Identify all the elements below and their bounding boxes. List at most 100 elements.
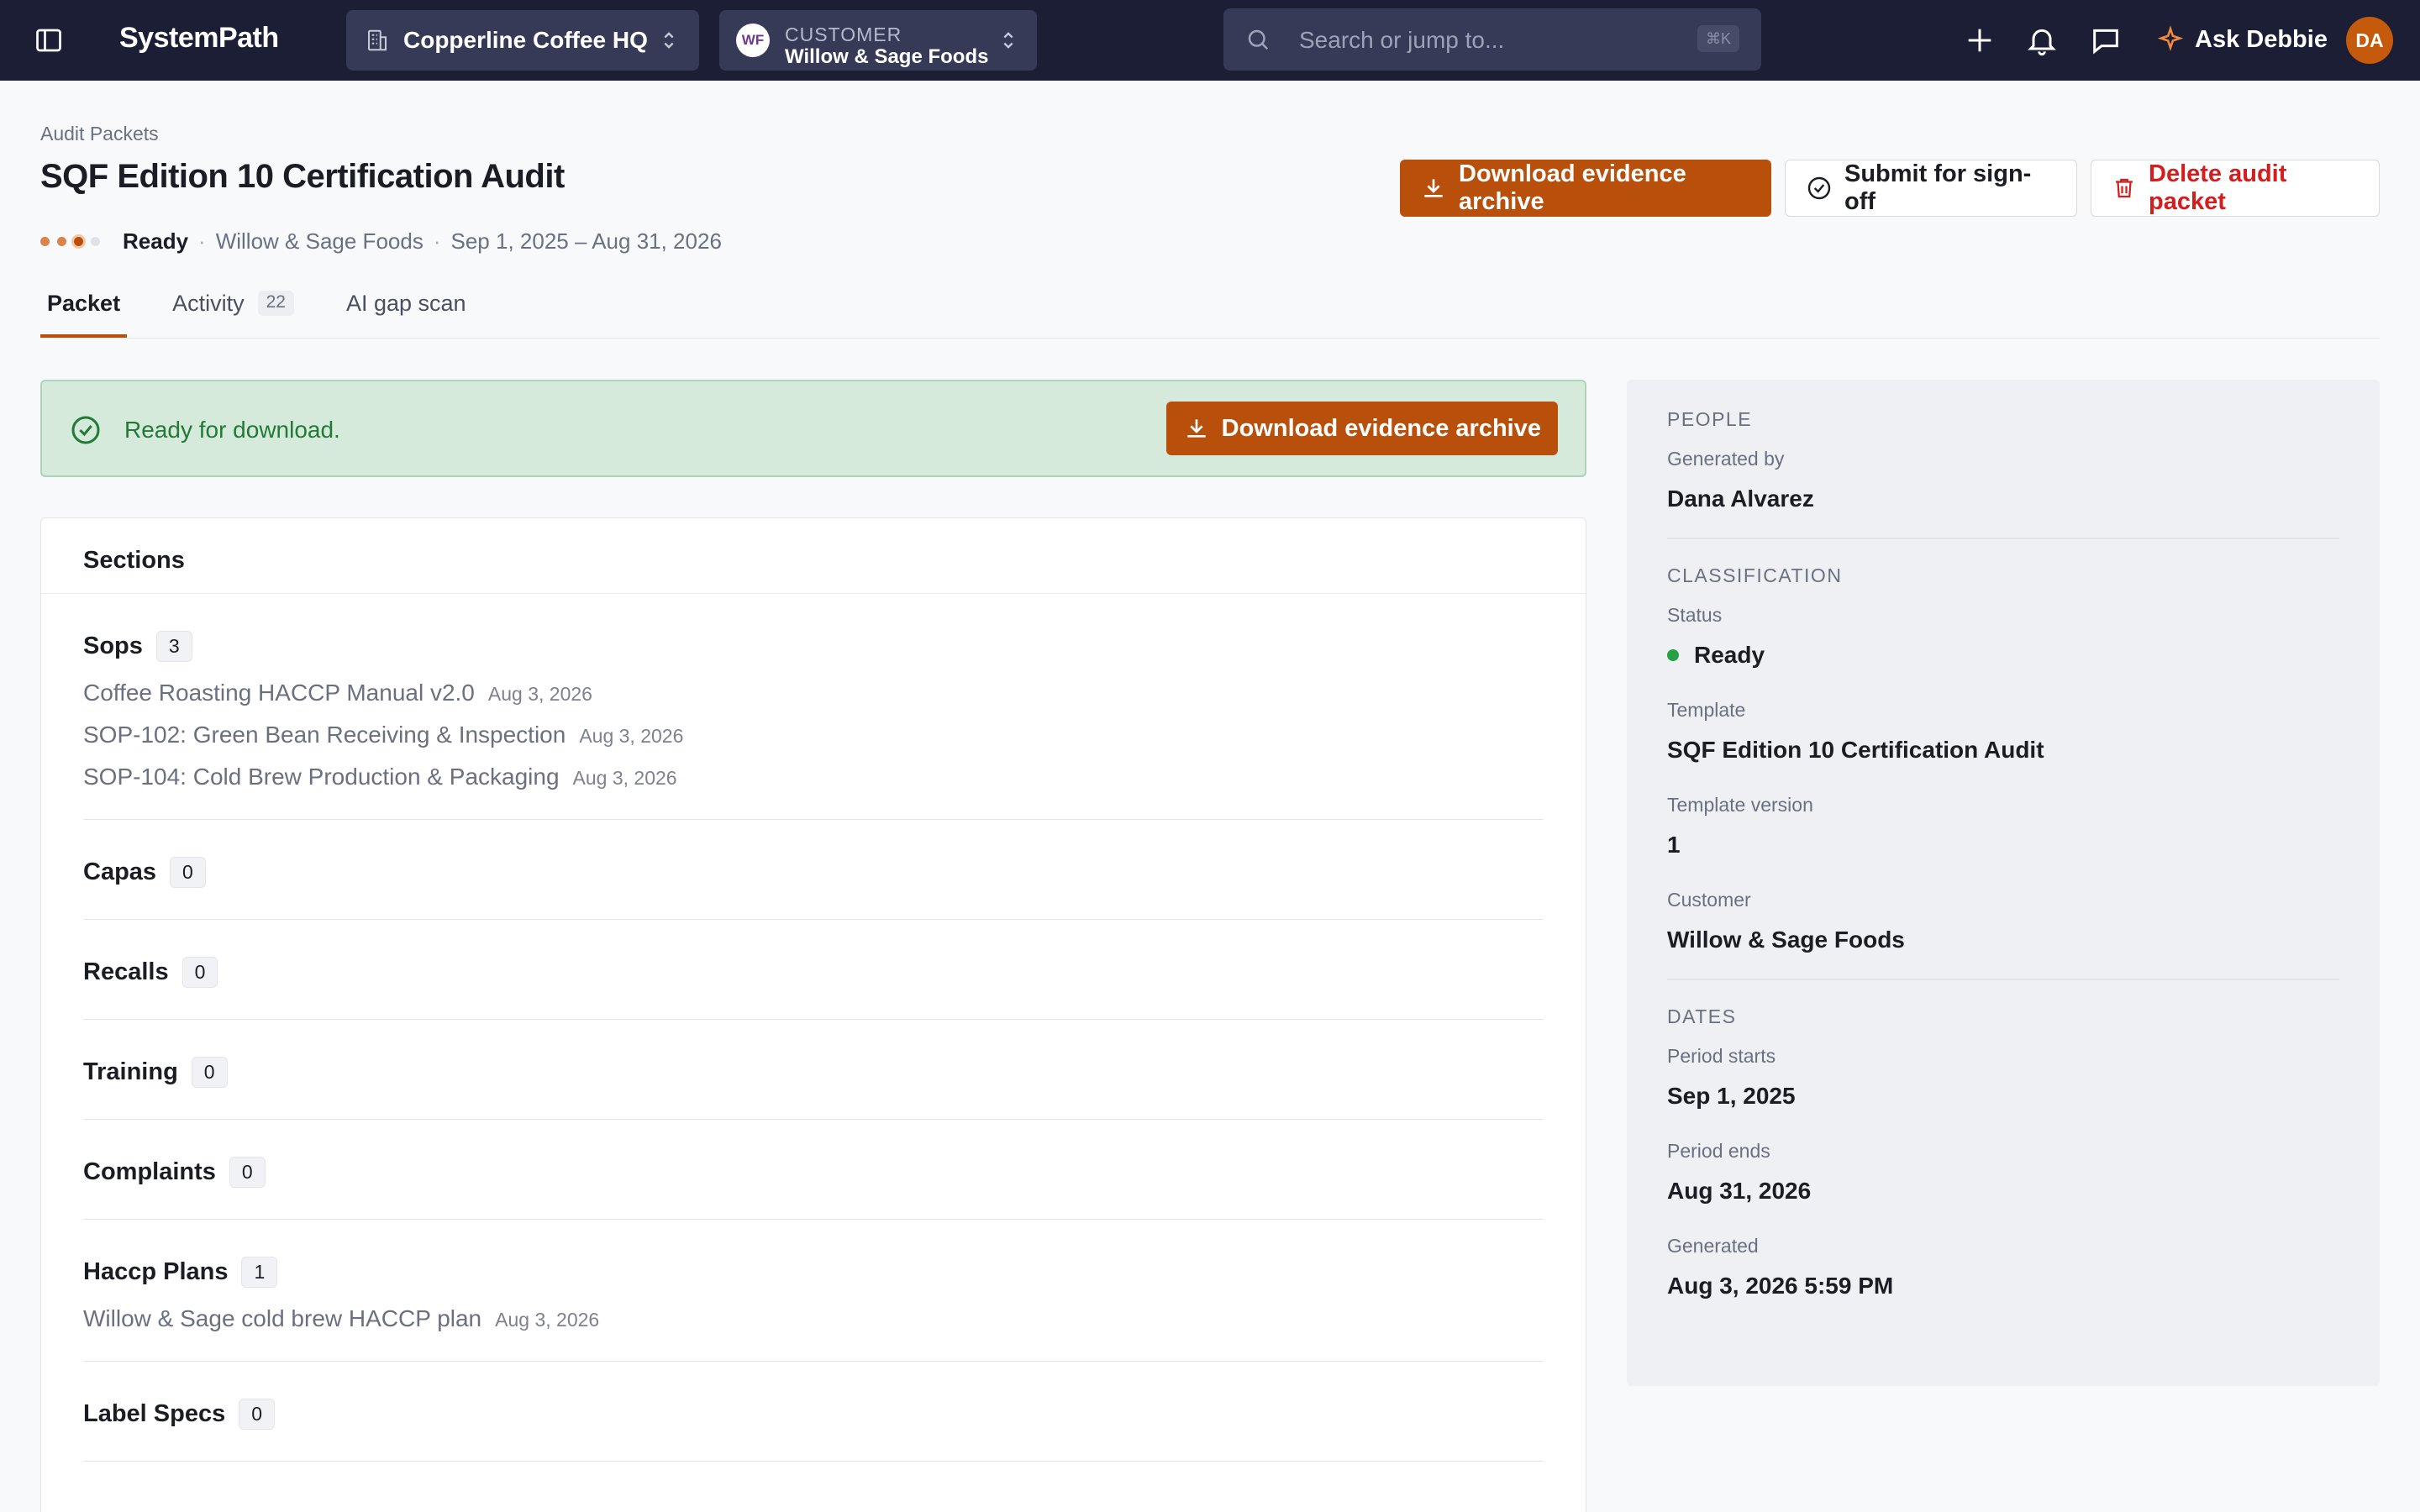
sections-card: Sections Sops 3 Coffee Roasting HACCP Manu…	[40, 517, 1586, 1512]
delete-packet-label: Delete audit packet	[2149, 160, 2287, 215]
generated-by-value: Dana Alvarez	[1667, 486, 1814, 512]
banner-message: Ready for download.	[124, 417, 340, 443]
section-item-date: Aug 3, 2026	[579, 725, 684, 747]
section-item-name[interactable]: Willow & Sage cold brew HACCP plan	[83, 1305, 481, 1332]
customer-name: Willow & Sage Foods	[785, 45, 989, 68]
tab-activity[interactable]: Activity 22	[166, 284, 301, 338]
tab-packet[interactable]: Packet	[40, 284, 128, 338]
template-value: SQF Edition 10 Certification Audit	[1667, 737, 2044, 763]
org-name: Copperline Coffee HQ	[403, 27, 648, 53]
section-count-badge: 0	[229, 1156, 266, 1188]
section-item-name[interactable]: Coffee Roasting HACCP Manual v2.0	[83, 680, 475, 706]
top-bar: SystemPath Copperline Coffee HQ WF CUSTO…	[0, 0, 2420, 81]
section-header[interactable]: Haccp Plans 1	[83, 1253, 1544, 1290]
status-dot-icon	[1667, 649, 1679, 661]
section-item-name[interactable]: SOP-104: Cold Brew Production & Packagin…	[83, 764, 560, 790]
status-text: Ready	[123, 228, 189, 254]
sections-heading: Sections	[41, 518, 1586, 594]
delete-packet-button[interactable]: Delete audit packet	[2091, 160, 2380, 217]
section-count-badge: 0	[239, 1398, 276, 1430]
ask-debbie-label: Ask Debbie	[2195, 25, 2328, 53]
ask-debbie-button[interactable]: Ask Debbie	[2156, 18, 2328, 60]
plus-icon[interactable]	[1963, 24, 1996, 57]
section-header[interactable]: Complaints 0	[83, 1153, 1544, 1190]
section-title: Haccp Plans	[83, 1257, 229, 1285]
tab-label: AI gap scan	[345, 291, 466, 316]
section-count-badge: 0	[182, 956, 218, 988]
period-ends-label: Period ends	[1667, 1140, 1770, 1162]
section-item[interactable]: Willow & Sage cold brew HACCP plan Aug 3,…	[83, 1305, 1544, 1332]
section-item[interactable]: Coffee Roasting HACCP Manual v2.0 Aug 3, …	[83, 680, 1544, 706]
section-row: Haccp Plans 1 Willow & Sage cold brew HACC…	[83, 1220, 1544, 1362]
ready-banner: Ready for download. Download evidence ar…	[40, 380, 1586, 477]
period-ends-value: Aug 31, 2026	[1667, 1178, 1812, 1204]
section-item-name[interactable]: SOP-102: Green Bean Receiving & Inspecti…	[83, 722, 566, 748]
dates-group: DATES Period starts Sep 1, 2025 Period e…	[1667, 1005, 2339, 1325]
activity-count-badge: 22	[257, 291, 294, 316]
breadcrumb[interactable]: Audit Packets	[40, 123, 159, 145]
section-count-badge: 0	[170, 856, 206, 888]
tab-divider	[40, 338, 2380, 339]
dates-heading: DATES	[1667, 1005, 1737, 1027]
section-header[interactable]: Label Specs 0	[83, 1395, 1544, 1432]
progress-dots-icon	[40, 237, 108, 246]
template-label: Template	[1667, 699, 1746, 721]
status-label: Status	[1667, 604, 1723, 626]
template-version-label: Template version	[1667, 794, 1813, 816]
banner-download-label: Download evidence archive	[1221, 414, 1541, 442]
sidebar-toggle-icon[interactable]	[34, 25, 64, 55]
section-title: Recalls	[83, 958, 169, 985]
download-archive-button[interactable]: Download evidence archive	[1400, 160, 1771, 217]
section-count-badge: 0	[191, 1056, 228, 1088]
tab-label: Packet	[47, 291, 121, 316]
search-icon	[1245, 27, 1270, 52]
section-header[interactable]: Recalls 0	[83, 953, 1544, 990]
trash-icon	[2112, 176, 2137, 201]
status-value: Ready	[1667, 642, 2339, 669]
chevron-up-down-icon	[997, 29, 1020, 52]
bell-icon[interactable]	[2025, 24, 2059, 57]
customer-switcher[interactable]: WF CUSTOMER Willow & Sage Foods	[719, 10, 1037, 71]
tab-ai-gap-scan[interactable]: AI gap scan	[339, 284, 473, 338]
banner-download-button[interactable]: Download evidence archive	[1165, 402, 1558, 455]
generated-by-label: Generated by	[1667, 448, 1785, 470]
template-version-value: 1	[1667, 832, 1681, 858]
packet-meta: Ready · Willow & Sage Foods · Sep 1, 202…	[40, 228, 722, 255]
section-row: Complaints 0	[83, 1120, 1544, 1220]
search-bar[interactable]: Search or jump to... ⌘K	[1223, 8, 1761, 71]
section-header[interactable]: Sops 3	[83, 627, 1544, 664]
section-item[interactable]: SOP-102: Green Bean Receiving & Inspecti…	[83, 722, 1544, 748]
status-value-text: Ready	[1694, 642, 1765, 668]
section-count-badge: 3	[155, 630, 192, 662]
sparkle-icon	[2156, 25, 2185, 54]
user-avatar[interactable]: DA	[2346, 17, 2393, 64]
section-count-badge: 1	[241, 1256, 278, 1288]
download-icon	[1183, 415, 1210, 442]
tab-bar: Packet Activity 22 AI gap scan	[40, 284, 512, 338]
org-switcher[interactable]: Copperline Coffee HQ	[346, 10, 699, 71]
customer-label: CUSTOMER	[785, 24, 902, 45]
section-title: Sops	[83, 632, 143, 659]
check-circle-icon	[69, 413, 103, 447]
chat-icon[interactable]	[2089, 24, 2123, 57]
section-row: Sops 3 Coffee Roasting HACCP Manual v2.0 Au…	[83, 594, 1544, 820]
search-shortcut: ⌘K	[1697, 25, 1739, 52]
section-item[interactable]: SOP-104: Cold Brew Production & Packagin…	[83, 764, 1544, 790]
page-title: SQF Edition 10 Certification Audit	[40, 158, 565, 195]
customer-field-value: Willow & Sage Foods	[1667, 927, 1905, 953]
section-header[interactable]: Training 0	[83, 1053, 1544, 1090]
submit-signoff-label: Submit for sign-off	[1844, 160, 2032, 215]
period-starts-label: Period starts	[1667, 1045, 1776, 1067]
section-header[interactable]: Capas 0	[83, 853, 1544, 890]
customer-avatar: WF	[736, 24, 770, 57]
app-logo[interactable]: SystemPath	[119, 22, 279, 55]
building-icon	[365, 28, 390, 53]
download-icon	[1420, 175, 1447, 202]
meta-separator: ·	[433, 228, 441, 254]
meta-separator: ·	[198, 228, 206, 254]
customer-field-label: Customer	[1667, 889, 1751, 911]
tab-label: Activity	[172, 291, 245, 316]
search-input[interactable]: Search or jump to...	[1299, 27, 1504, 54]
download-archive-label: Download evidence archive	[1459, 160, 1686, 215]
submit-signoff-button[interactable]: Submit for sign-off	[1785, 160, 2077, 217]
